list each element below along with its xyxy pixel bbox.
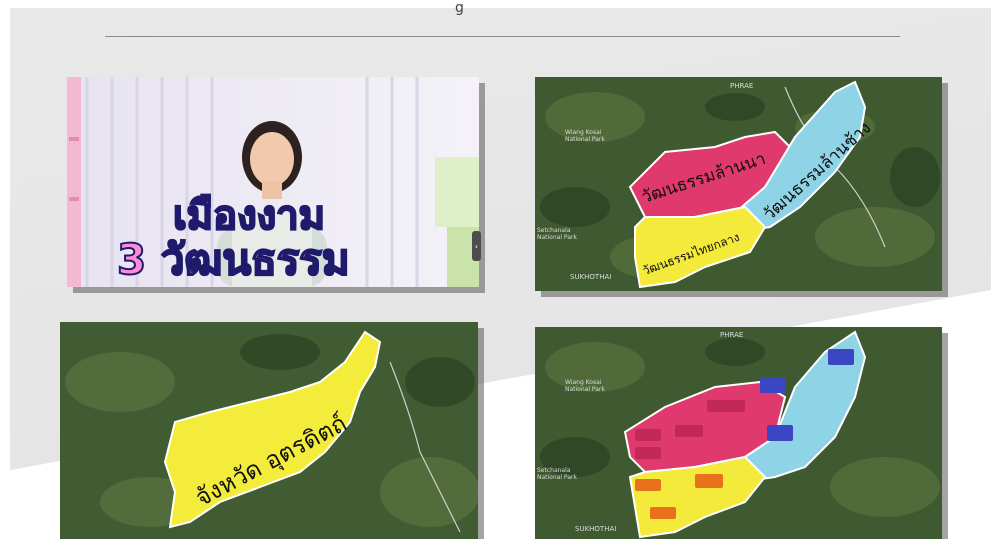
province-map-card[interactable]: จังหวัด อุตรดิตถ์	[60, 322, 478, 539]
place-label-wiang-kosai: Wiang Kosai National Park	[565, 379, 605, 393]
video-thumbnail-card[interactable]: เมืองงาม 3 วัฒนธรรม	[67, 77, 479, 287]
place-label-setchanala: Setchanala National Park	[537, 467, 577, 481]
slide-canvas: g เมืองงาม 3 วัฒนธรรม ‹ PHRAE Wiang Kosa…	[0, 0, 991, 539]
place-label-setchanala: Setchanala National Park	[537, 227, 577, 241]
place-label-wiang-kosai: Wiang Kosai National Park	[565, 129, 605, 143]
place-label-phrae: PHRAE	[720, 331, 744, 339]
culture-map-card[interactable]: PHRAE Wiang Kosai National Park Setchana…	[535, 77, 942, 291]
place-label-sukhothai: SUKHOTHAI	[575, 525, 617, 533]
district-map-card[interactable]: PHRAE Wiang Kosai National Park Setchana…	[535, 327, 942, 539]
place-label-sukhothai: SUKHOTHAI	[570, 273, 612, 281]
district-map-art	[535, 327, 942, 539]
header-divider	[105, 36, 900, 37]
province-map-art	[60, 322, 478, 539]
chevron-left-icon[interactable]: ‹	[472, 231, 481, 261]
video-title-line-2: 3 วัฒนธรรม	[116, 234, 351, 285]
place-label-phrae: PHRAE	[730, 82, 754, 90]
culture-map-art	[535, 77, 942, 291]
slide-title-fragment: g	[455, 0, 464, 16]
